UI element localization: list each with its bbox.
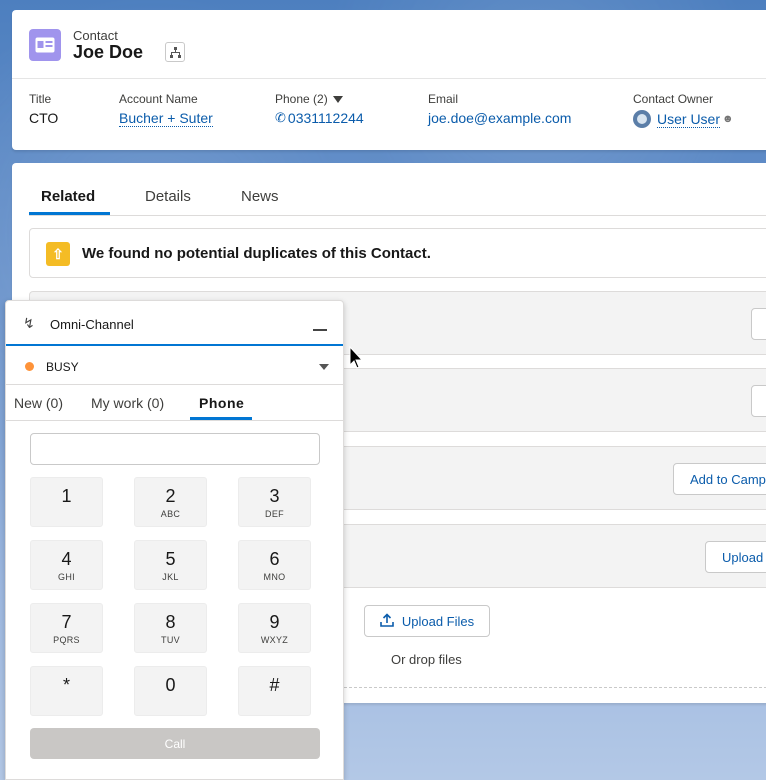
email-field: Email joe.doe@example.com bbox=[428, 92, 571, 126]
status-label: BUSY bbox=[46, 360, 79, 374]
drop-files-text: Or drop files bbox=[391, 652, 462, 667]
dialpad-key-digit: 4 bbox=[61, 549, 72, 569]
omni-tab-phone[interactable]: Phone bbox=[199, 395, 244, 411]
call-button[interactable]: Call bbox=[30, 728, 320, 759]
dialpad-key[interactable]: 8 TUV bbox=[134, 603, 207, 653]
dialpad-key-digit: 1 bbox=[61, 486, 72, 506]
dialpad-key-digit: 2 bbox=[165, 486, 176, 506]
title-value: CTO bbox=[29, 110, 59, 126]
phone-field: Phone (2) ✆ 0331112244 bbox=[275, 92, 364, 126]
related-list-2-action-button[interactable] bbox=[751, 385, 766, 417]
tab-news[interactable]: News bbox=[241, 188, 279, 205]
dialpad-key[interactable]: 4 GHI bbox=[30, 540, 103, 590]
account-label: Account Name bbox=[119, 92, 198, 106]
status-dot bbox=[25, 362, 34, 371]
tab-details[interactable]: Details bbox=[145, 188, 191, 205]
dial-number-input[interactable] bbox=[30, 433, 320, 465]
dialpad-key-letters: ABC bbox=[160, 509, 181, 519]
dialpad-key-digit: 7 bbox=[61, 612, 72, 632]
header-divider bbox=[12, 78, 766, 79]
duplicate-banner: ⇧ We found no potential duplicates of th… bbox=[29, 228, 766, 278]
title-field: Title CTO bbox=[29, 92, 58, 126]
duplicate-message: We found no potential duplicates of this… bbox=[82, 245, 431, 262]
account-link[interactable]: Bucher + Suter bbox=[119, 110, 213, 127]
dialpad-key[interactable]: 1 bbox=[30, 477, 103, 527]
dialpad-key-digit: * bbox=[62, 675, 70, 695]
owner-avatar bbox=[633, 110, 651, 128]
hierarchy-icon bbox=[169, 46, 181, 58]
upload-button[interactable]: Upload bbox=[705, 541, 766, 573]
dialpad-key-digit: 6 bbox=[269, 549, 280, 569]
presence-status-select[interactable]: BUSY bbox=[6, 347, 343, 385]
upload-icon bbox=[380, 612, 394, 630]
dialpad-key-digit: 9 bbox=[269, 612, 280, 632]
omni-tab-new[interactable]: New (0) bbox=[14, 395, 63, 411]
entity-label: Contact bbox=[73, 28, 118, 43]
dialpad-key-letters: PQRS bbox=[53, 635, 80, 645]
dialpad-key-letters: DEF bbox=[265, 509, 284, 519]
minimize-icon[interactable] bbox=[313, 329, 327, 331]
owner-field: Contact Owner User User ☻ bbox=[633, 92, 734, 128]
owner-label: Contact Owner bbox=[633, 92, 714, 106]
dialpad-key-letters: WXYZ bbox=[260, 635, 289, 645]
phone-dropdown-icon[interactable] bbox=[332, 95, 343, 103]
dialpad-key[interactable]: 6 MNO bbox=[238, 540, 311, 590]
hierarchy-button[interactable] bbox=[165, 42, 185, 62]
record-name: Joe Doe bbox=[73, 42, 144, 62]
contact-card-icon bbox=[29, 29, 61, 61]
record-header: Contact Joe Doe Title CTO Account Name B… bbox=[12, 10, 766, 150]
add-to-campaign-button[interactable]: Add to Camp bbox=[673, 463, 766, 495]
dialpad-key[interactable]: * bbox=[30, 666, 103, 716]
title-label: Title bbox=[29, 92, 52, 106]
chevron-down-icon bbox=[319, 364, 329, 370]
account-field: Account Name Bucher + Suter bbox=[119, 92, 213, 127]
phone-link[interactable]: 0331112244 bbox=[288, 110, 364, 126]
active-tab-indicator bbox=[29, 212, 110, 215]
dialpad-key-digit: 3 bbox=[269, 486, 280, 506]
phone-icon: ✆ bbox=[275, 110, 286, 125]
dialpad-key[interactable]: 2 ABC bbox=[134, 477, 207, 527]
upload-files-button[interactable]: Upload Files bbox=[364, 605, 490, 637]
dialpad-key-digit: 8 bbox=[165, 612, 176, 632]
dialpad-key-digit: 5 bbox=[165, 549, 176, 569]
tab-related[interactable]: Related bbox=[41, 188, 95, 205]
dialpad-key-letters: GHI bbox=[58, 572, 75, 582]
omni-tabs: New (0) My work (0) Phone bbox=[6, 385, 343, 421]
dialpad-key-letters: MNO bbox=[263, 572, 286, 582]
related-list-1-action-button[interactable] bbox=[751, 308, 766, 340]
phone-label: Phone (2) bbox=[275, 92, 328, 106]
dialpad-key-digit: # bbox=[269, 675, 280, 695]
dialpad-key-letters: TUV bbox=[161, 635, 180, 645]
mouse-cursor-icon bbox=[349, 346, 363, 369]
omni-tab-my-work[interactable]: My work (0) bbox=[91, 395, 164, 411]
omni-active-tab-indicator bbox=[190, 417, 252, 420]
duplicate-icon: ⇧ bbox=[46, 242, 70, 266]
dialpad-key[interactable]: 3 DEF bbox=[238, 477, 311, 527]
dialpad-key-letters: JKL bbox=[162, 572, 179, 582]
dialpad-key[interactable]: 9 WXYZ bbox=[238, 603, 311, 653]
dialpad-key[interactable]: 7 PQRS bbox=[30, 603, 103, 653]
upload-files-label: Upload Files bbox=[401, 613, 475, 629]
email-link[interactable]: joe.doe@example.com bbox=[428, 110, 571, 126]
omni-header: ↯ Omni-Channel bbox=[6, 301, 343, 346]
dialpad-key-digit: 0 bbox=[165, 675, 176, 695]
owner-link[interactable]: User User bbox=[657, 111, 721, 128]
dialpad-key[interactable]: # bbox=[238, 666, 311, 716]
omni-channel-icon: ↯ bbox=[23, 315, 35, 331]
change-owner-icon[interactable]: ☻ bbox=[722, 113, 734, 125]
omni-channel-panel: ↯ Omni-Channel BUSY New (0) My work (0) … bbox=[5, 300, 344, 780]
email-label: Email bbox=[428, 92, 459, 106]
omni-title: Omni-Channel bbox=[50, 317, 134, 332]
dialpad-key[interactable]: 0 bbox=[134, 666, 207, 716]
dialpad-key[interactable]: 5 JKL bbox=[134, 540, 207, 590]
record-tabs: Related Details News bbox=[29, 178, 766, 216]
